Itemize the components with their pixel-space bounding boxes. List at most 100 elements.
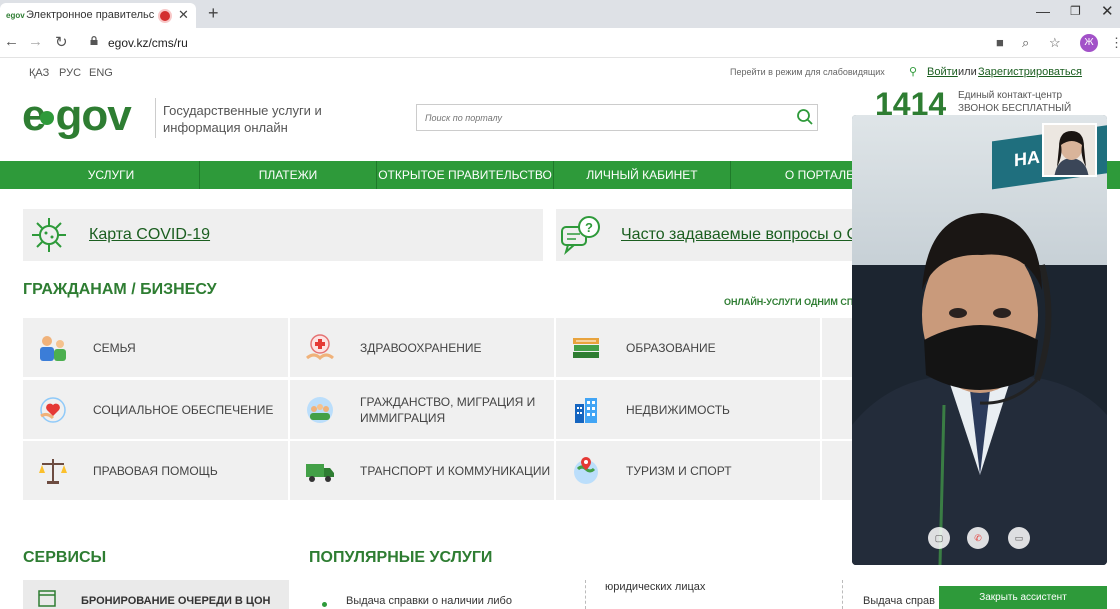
reload-icon[interactable]: ↻: [55, 33, 68, 51]
video-operator-image: [852, 213, 1107, 565]
address-bar: ← → ↻ egov.kz/cms/ru ■ ⌕ ☆ Ж ⋮: [0, 28, 1120, 58]
healthcare-icon: [306, 334, 334, 361]
nav-open-government[interactable]: ОТКРЫТОЕ ПРАВИТЕЛЬСТВО: [377, 161, 554, 189]
covid-banner[interactable]: Карта COVID-19: [23, 209, 543, 261]
nav-payments[interactable]: ПЛАТЕЖИ: [200, 161, 377, 189]
close-assistant-button[interactable]: Закрыть ассистент: [939, 586, 1107, 609]
egov-favicon-icon: egov: [6, 11, 25, 20]
back-icon[interactable]: ←: [4, 33, 19, 50]
scales-icon: [39, 459, 67, 484]
faq-banner[interactable]: ? Часто задаваемые вопросы о CO: [556, 209, 870, 261]
new-tab-icon[interactable]: +: [208, 3, 219, 24]
lang-kaz[interactable]: ҚАЗ: [29, 67, 49, 79]
lang-rus[interactable]: РУС: [59, 67, 81, 79]
tab-title: Электронное правительство: [26, 9, 154, 21]
svg-text:?: ?: [585, 220, 593, 235]
callcenter-free: ЗВОНОК БЕСПЛАТНЫЙ: [958, 103, 1072, 114]
virus-icon: [32, 218, 66, 252]
building-icon: [575, 398, 597, 423]
popular-separator: [842, 580, 843, 609]
services-title: СЕРВИСЫ: [23, 549, 107, 566]
migration-icon: [307, 397, 333, 423]
category-real-estate[interactable]: НЕДВИЖИМОСТЬ: [556, 380, 820, 439]
video-call-window[interactable]: НА ГРИ ▢ ✆ ▭: [852, 115, 1107, 565]
category-label: СЕМЬЯ: [93, 341, 136, 355]
category-label: ТУРИЗМ И СПОРТ: [626, 464, 732, 478]
search-input[interactable]: [425, 110, 785, 126]
category-education[interactable]: ОБРАЗОВАНИЕ: [556, 318, 820, 377]
menu-icon[interactable]: ⋮: [1110, 35, 1120, 51]
window-restore-icon[interactable]: ❐: [1070, 4, 1081, 18]
callcenter-title: Единый контакт-центр: [958, 90, 1063, 101]
url-field[interactable]: egov.kz/cms/ru: [108, 36, 188, 50]
citizens-business-title[interactable]: ГРАЖДАНАМ / БИЗНЕСУ: [23, 281, 217, 299]
browser-tab[interactable]: egov Электронное правительство ✕: [0, 3, 196, 28]
faq-chat-icon: ?: [561, 216, 600, 255]
window-minimize-icon[interactable]: —: [1036, 3, 1050, 19]
screen-share-icon[interactable]: ▭: [1008, 527, 1030, 549]
logo-gov: gov: [55, 91, 131, 140]
end-call-icon[interactable]: ✆: [967, 527, 989, 549]
category-social-care[interactable]: СОЦИАЛЬНОЕ ОБЕСПЕЧЕНИЕ: [23, 380, 288, 439]
user-icon: ⚲: [909, 66, 918, 78]
category-tourism-sport[interactable]: ТУРИЗМ И СПОРТ: [556, 441, 820, 500]
tab-close-icon[interactable]: ✕: [178, 7, 189, 23]
category-label: ПРАВОВАЯ ПОМОЩЬ: [93, 464, 218, 478]
chat-icon[interactable]: ▢: [928, 527, 950, 549]
register-link[interactable]: Зарегистрироваться: [978, 66, 1082, 78]
truck-icon: [306, 464, 334, 482]
zoom-icon[interactable]: ⌕: [1022, 35, 1029, 51]
login-or-text: или: [958, 66, 977, 78]
popular-separator: [585, 580, 586, 609]
logo-divider: [155, 98, 156, 138]
self-view-image: [1044, 125, 1095, 175]
queue-booking-card[interactable]: БРОНИРОВАНИЕ ОЧЕРЕДИ В ЦОН: [23, 580, 289, 609]
profile-avatar[interactable]: Ж: [1080, 34, 1098, 52]
lang-eng[interactable]: ENG: [89, 67, 113, 79]
browser-tab-strip: egov Электронное правительство ✕ + — ❐ ✕: [0, 0, 1120, 28]
lock-icon[interactable]: [90, 36, 98, 45]
online-services-list-link[interactable]: ОНЛАЙН-УСЛУГИ ОДНИМ СПИС: [724, 297, 866, 307]
search-icon[interactable]: [796, 108, 814, 126]
nav-services[interactable]: УСЛУГИ: [23, 161, 200, 189]
popular-bullet: [322, 602, 327, 607]
category-migration[interactable]: ГРАЖДАНСТВО, МИГРАЦИЯ И ИММИГРАЦИЯ: [290, 380, 554, 439]
popular-service-link[interactable]: Выдача справки о наличии либо: [346, 595, 512, 607]
family-icon: [40, 336, 66, 361]
recording-icon: [160, 11, 170, 21]
queue-booking-label: БРОНИРОВАНИЕ ОЧЕРЕДИ В ЦОН: [81, 595, 271, 607]
category-label-line2: ИММИГРАЦИЯ: [360, 411, 446, 425]
faq-link[interactable]: Часто задаваемые вопросы о CO: [621, 226, 870, 244]
category-family[interactable]: СЕМЬЯ: [23, 318, 288, 377]
nav-personal-account[interactable]: ЛИЧНЫЙ КАБИНЕТ: [554, 161, 731, 189]
books-icon: [573, 338, 599, 358]
category-healthcare[interactable]: ЗДРАВООХРАНЕНИЕ: [290, 318, 554, 377]
popular-service-link[interactable]: Выдача справ: [863, 595, 935, 607]
egov-logo[interactable]: e gov: [22, 91, 132, 140]
window-close-icon[interactable]: ✕: [1101, 2, 1114, 20]
category-label: НЕДВИЖИМОСТЬ: [626, 403, 730, 417]
logo-dot-icon: [40, 111, 55, 126]
category-label: ЗДРАВООХРАНЕНИЕ: [360, 341, 482, 355]
category-label: СОЦИАЛЬНОЕ ОБЕСПЕЧЕНИЕ: [93, 403, 274, 417]
forward-icon[interactable]: →: [28, 33, 43, 50]
popular-services-title: ПОПУЛЯРНЫЕ УСЛУГИ: [309, 549, 493, 566]
visual-mode-link[interactable]: Перейти в режим для слабовидящих: [730, 67, 885, 77]
search-box: [416, 104, 818, 131]
social-care-icon: [40, 397, 66, 423]
category-partial[interactable]: [822, 380, 852, 439]
category-partial[interactable]: [822, 318, 852, 377]
covid-map-link[interactable]: Карта COVID-19: [89, 226, 210, 244]
category-legal-aid[interactable]: ПРАВОВАЯ ПОМОЩЬ: [23, 441, 288, 500]
globe-pin-icon: [574, 457, 598, 484]
self-view-thumbnail[interactable]: [1042, 123, 1097, 177]
camera-icon[interactable]: ■: [996, 35, 1004, 50]
category-partial[interactable]: [822, 441, 852, 500]
star-icon[interactable]: ☆: [1049, 35, 1061, 51]
popular-service-link[interactable]: юридических лицах: [605, 581, 705, 593]
category-label: ГРАЖДАНСТВО, МИГРАЦИЯ И: [360, 395, 536, 409]
login-link[interactable]: Войти: [927, 66, 958, 78]
category-transport[interactable]: ТРАНСПОРТ И КОММУНИКАЦИИ: [290, 441, 554, 500]
category-label: ТРАНСПОРТ И КОММУНИКАЦИИ: [360, 464, 551, 478]
calendar-icon: [38, 590, 56, 607]
